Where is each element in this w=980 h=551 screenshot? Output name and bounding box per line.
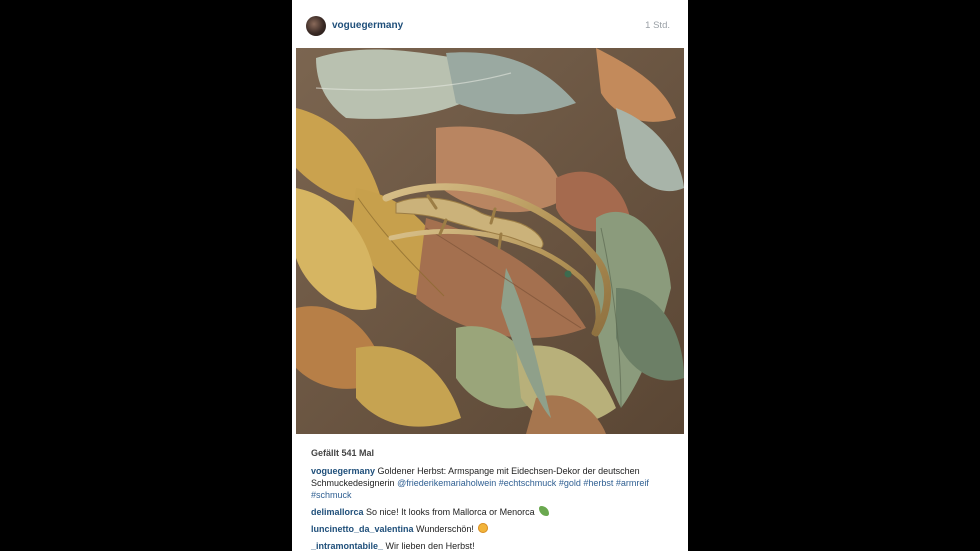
comment-username[interactable]: delimallorca [311, 507, 364, 517]
hashtag-link[interactable]: #schmuck [311, 490, 352, 500]
comment-text: Wir lieben den Herbst! [385, 541, 475, 551]
post-username[interactable]: voguegermany [332, 20, 403, 31]
post-header: voguegermany 1 Std. [292, 0, 688, 48]
avatar[interactable] [306, 16, 326, 36]
comment-username[interactable]: luncinetto_da_valentina [311, 524, 414, 534]
hashtag-link[interactable]: #herbst [583, 478, 613, 488]
lizard-emoji-icon [539, 506, 550, 516]
caption-username[interactable]: voguegermany [311, 466, 375, 476]
hashtag-link[interactable]: #armreif [616, 478, 649, 488]
comment-text: Wunderschön! [416, 524, 474, 534]
hashtag-link[interactable]: #gold [559, 478, 581, 488]
autumn-leaves-bracelet-photo [296, 48, 684, 434]
comment-text: So nice! It looks from Mallorca or Menor… [366, 507, 535, 517]
post-meta: Gefällt 541 Mal voguegermany Goldener He… [311, 447, 671, 551]
instagram-post-card: voguegermany 1 Std. Gefällt 541 Mal vogu… [292, 0, 688, 551]
post-photo[interactable] [296, 48, 684, 434]
likes-count[interactable]: Gefällt 541 Mal [311, 447, 671, 459]
mention-link[interactable]: @friederikemariaholwein [397, 478, 496, 488]
comment-username[interactable]: _intramontabile_ [311, 541, 383, 551]
post-timestamp[interactable]: 1 Std. [645, 20, 670, 31]
comment: delimallorca So nice! It looks from Mall… [311, 506, 671, 518]
comment: _intramontabile_ Wir lieben den Herbst! [311, 540, 671, 551]
smile-emoji-icon [478, 523, 489, 533]
caption: voguegermany Goldener Herbst: Armspange … [311, 465, 671, 501]
comment: luncinetto_da_valentina Wunderschön! [311, 523, 671, 535]
hashtag-link[interactable]: #echtschmuck [499, 478, 557, 488]
